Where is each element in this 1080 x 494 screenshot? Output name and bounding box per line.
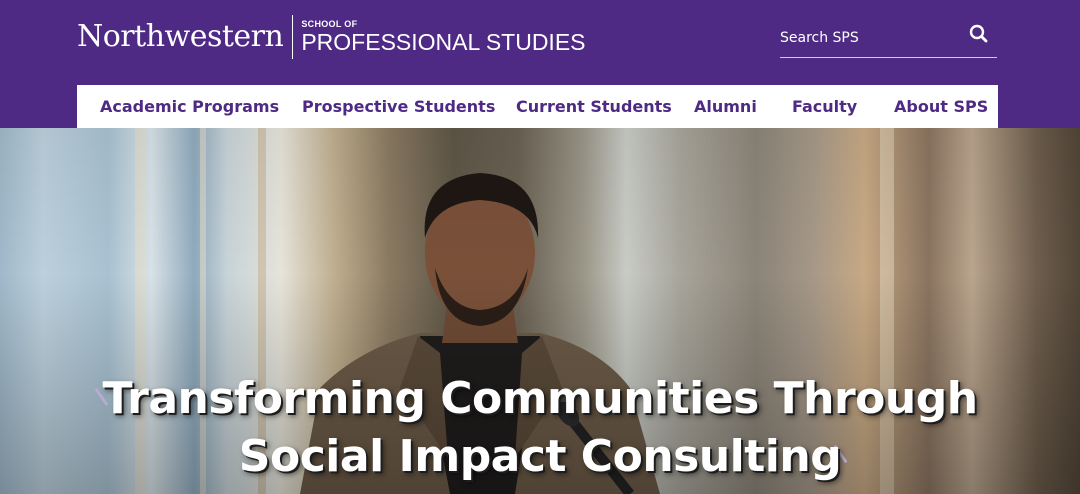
nav-item-faculty[interactable]: Faculty bbox=[792, 85, 857, 128]
logo-school-name: SCHOOL OF PROFESSIONAL STUDIES bbox=[301, 20, 585, 54]
hero-title-line2: Social Impact Consulting bbox=[238, 431, 842, 482]
logo-wordmark: Northwestern bbox=[77, 19, 284, 54]
nav-item-academic-programs[interactable]: Academic Programs bbox=[100, 85, 279, 128]
search-icon bbox=[969, 24, 988, 43]
nav-item-prospective-students[interactable]: Prospective Students bbox=[302, 85, 495, 128]
northwestern-sps-logo[interactable]: Northwestern SCHOOL OF PROFESSIONAL STUD… bbox=[77, 14, 586, 60]
search-box bbox=[780, 20, 997, 58]
nav-item-about-sps[interactable]: About SPS bbox=[894, 85, 988, 128]
search-input[interactable] bbox=[780, 27, 960, 49]
logo-professional-studies: PROFESSIONAL STUDIES bbox=[301, 29, 586, 55]
nav-item-current-students[interactable]: Current Students bbox=[516, 85, 672, 128]
nav-item-alumni[interactable]: Alumni bbox=[694, 85, 757, 128]
hero-title: Transforming Communities Through Social … bbox=[0, 370, 1080, 486]
search-button[interactable] bbox=[967, 22, 991, 46]
logo-school-of: SCHOOL OF bbox=[301, 19, 358, 29]
logo-divider bbox=[292, 15, 294, 59]
main-nav: Academic Programs Prospective Students C… bbox=[77, 85, 998, 128]
hero-banner: Transforming Communities Through Social … bbox=[0, 128, 1080, 494]
hero-title-line1: Transforming Communities Through bbox=[102, 373, 978, 424]
